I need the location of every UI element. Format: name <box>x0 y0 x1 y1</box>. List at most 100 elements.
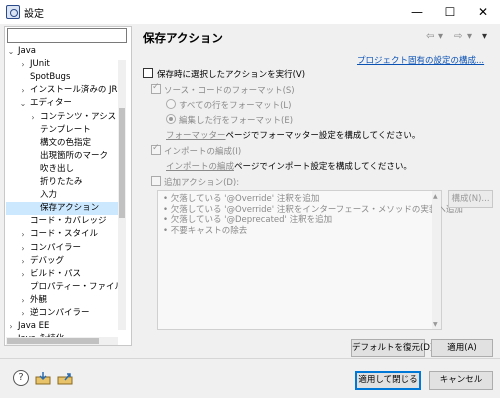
help-icon[interactable]: ? <box>13 370 29 386</box>
action-list-item[interactable]: • 欠落している '@Override' 注釈を追加 <box>163 194 319 204</box>
apply-button[interactable]: 適用(A) <box>431 339 493 357</box>
tree-item[interactable]: 入力 <box>6 189 118 202</box>
action-list-item[interactable]: • 欠落している '@Override' 注釈をインターフェース・メソッドの実装… <box>163 205 463 215</box>
tree-item[interactable]: › 逆コンパイラー <box>6 307 118 320</box>
additional-actions-checkbox[interactable] <box>151 176 161 186</box>
scroll-down-icon[interactable]: ▼ <box>433 321 438 328</box>
apply-and-close-button[interactable]: 適用して閉じる <box>355 371 421 390</box>
app-icon <box>6 5 20 19</box>
page-title: 保存アクション <box>143 31 223 45</box>
tree-expand-icon[interactable]: › <box>18 84 28 97</box>
actions-list-scrollbar[interactable] <box>432 191 441 329</box>
filter-input[interactable] <box>7 28 127 43</box>
perform-on-save-checkbox[interactable] <box>143 68 153 78</box>
tree-item-label: 入力 <box>40 190 58 201</box>
cancel-button[interactable]: キャンセル <box>429 371 493 390</box>
tree-expand-icon[interactable]: › <box>28 111 38 124</box>
tree-expand-icon[interactable]: › <box>18 268 28 281</box>
organize-config-text: インポートの編成ページでインポート設定を構成してください。 <box>166 160 412 172</box>
back-arrow-icon[interactable]: ⇦ <box>426 31 434 42</box>
tree-vertical-scroll-thumb[interactable] <box>119 108 125 218</box>
tree-item[interactable]: › コンパイラー <box>6 242 118 255</box>
back-menu-icon[interactable]: ▾ <box>438 31 443 42</box>
tree-item-label: エディター <box>30 98 72 109</box>
tree-item[interactable]: ⌄ Java <box>6 45 118 58</box>
format-all-lines-radio[interactable] <box>166 99 176 109</box>
tree-item-label: コード・スタイル <box>30 229 99 240</box>
tree-item-label: Java <box>18 46 36 56</box>
organize-imports-label: インポートの編成(I) <box>164 147 242 157</box>
tree-item-label: 外観 <box>30 294 48 305</box>
tree-item-label: SpotBugs <box>30 72 71 83</box>
tree-item[interactable]: SpotBugs <box>6 71 118 84</box>
tree-item-label: 吹き出し <box>40 163 75 174</box>
tree-item-label: テンプレート <box>40 124 91 135</box>
organize-rest-text: ページでインポート設定を構成してください。 <box>234 162 412 172</box>
minimize-button[interactable]: — <box>402 0 432 24</box>
configure-button[interactable]: 構成(N)... <box>448 190 493 208</box>
formatter-link[interactable]: フォーマッター <box>166 131 226 141</box>
format-edited-lines-radio[interactable] <box>166 114 176 124</box>
maximize-button[interactable]: ☐ <box>435 0 465 24</box>
tree-item-label: コンテンツ・アシスト <box>40 111 118 122</box>
export-icon[interactable] <box>57 372 73 385</box>
forward-arrow-icon[interactable]: ⇨ <box>454 31 462 42</box>
tree-item-label: プロパティー・ファイル・エデ <box>30 281 118 292</box>
action-list-item[interactable]: • 不要キャストの除去 <box>163 226 247 236</box>
tree-expand-icon[interactable]: ⌄ <box>6 45 16 58</box>
tree-item-label: 構文の色指定 <box>40 137 92 148</box>
tree-item[interactable]: 折りたたみ <box>6 176 118 189</box>
tree-expand-icon[interactable]: › <box>18 255 28 268</box>
tree-item[interactable]: › インストール済みの JRE <box>6 84 118 97</box>
tree-item[interactable]: 保存アクション <box>6 202 118 216</box>
format-all-lines-label: すべての行をフォーマット(L) <box>179 101 292 111</box>
tree-item-label: コード・カバレッジ <box>30 216 107 227</box>
perform-on-save-label: 保存時に選択したアクションを実行(V) <box>157 70 306 80</box>
project-specific-settings-link[interactable]: プロジェクト固有の設定の構成... <box>357 54 484 66</box>
tree-item[interactable]: 構文の色指定 <box>6 137 118 150</box>
tree-horizontal-scroll-thumb[interactable] <box>7 338 99 344</box>
tree-item[interactable]: › 外観 <box>6 294 118 307</box>
scroll-up-icon[interactable]: ▲ <box>433 193 438 200</box>
tree-item-label: 保存アクション <box>40 203 100 214</box>
tree-expand-icon[interactable]: › <box>6 320 16 333</box>
tree-expand-icon[interactable]: ⌄ <box>18 97 28 110</box>
import-icon[interactable] <box>35 372 51 385</box>
tree-item[interactable]: プロパティー・ファイル・エデ <box>6 281 118 294</box>
tree-item[interactable]: コード・カバレッジ <box>6 215 118 228</box>
formatter-config-text: フォーマッターページでフォーマッター設定を構成してください。 <box>166 129 420 141</box>
forward-menu-icon[interactable]: ▾ <box>467 31 472 42</box>
restore-defaults-button[interactable]: デフォルトを復元(D) <box>351 339 433 357</box>
tree-expand-icon[interactable]: › <box>18 307 28 320</box>
tree-expand-icon[interactable]: › <box>18 242 28 255</box>
organize-imports-checkbox[interactable] <box>151 143 161 155</box>
organize-imports-link[interactable]: インポートの編成 <box>166 162 234 172</box>
tree-item-label: コンパイラー <box>30 242 82 253</box>
tree-item-label: インストール済みの JRE <box>30 85 118 96</box>
tree-item[interactable]: 出現箇所のマーク <box>6 150 118 163</box>
tree-item-label: 逆コンパイラー <box>30 308 90 318</box>
tree-expand-icon[interactable]: › <box>18 294 28 307</box>
tree-item[interactable]: › コード・スタイル <box>6 228 118 241</box>
tree-item-label: JUnit <box>30 59 50 70</box>
tree-item[interactable]: › JUnit <box>6 58 118 71</box>
tree-item[interactable]: テンプレート <box>6 124 118 137</box>
tree-item[interactable]: › Java EE <box>6 320 118 333</box>
action-list-item[interactable]: • 欠落している '@Deprecated' 注釈を追加 <box>163 215 332 225</box>
view-menu-icon[interactable]: ▾ <box>482 31 487 42</box>
tree-item[interactable]: › コンテンツ・アシスト <box>6 111 118 124</box>
format-source-label: ソース・コードのフォーマット(S) <box>164 86 295 96</box>
tree-expand-icon[interactable]: › <box>18 228 28 241</box>
additional-actions-label: 追加アクション(D): <box>164 178 240 188</box>
format-edited-lines-label: 編集した行をフォーマット(E) <box>179 116 294 126</box>
tree-item[interactable]: ⌄ エディター <box>6 97 118 110</box>
tree-item[interactable]: › ビルド・パス <box>6 268 118 281</box>
tree-item-label: デバッグ <box>30 255 65 266</box>
tree-expand-icon[interactable]: › <box>18 58 28 71</box>
close-button[interactable]: ✕ <box>468 0 498 24</box>
tree-item-label: Java EE <box>18 321 50 332</box>
format-source-checkbox[interactable] <box>151 82 161 94</box>
tree-item[interactable]: 吹き出し <box>6 163 118 176</box>
window-title: 設定 <box>24 9 44 20</box>
tree-item[interactable]: › デバッグ <box>6 255 118 268</box>
